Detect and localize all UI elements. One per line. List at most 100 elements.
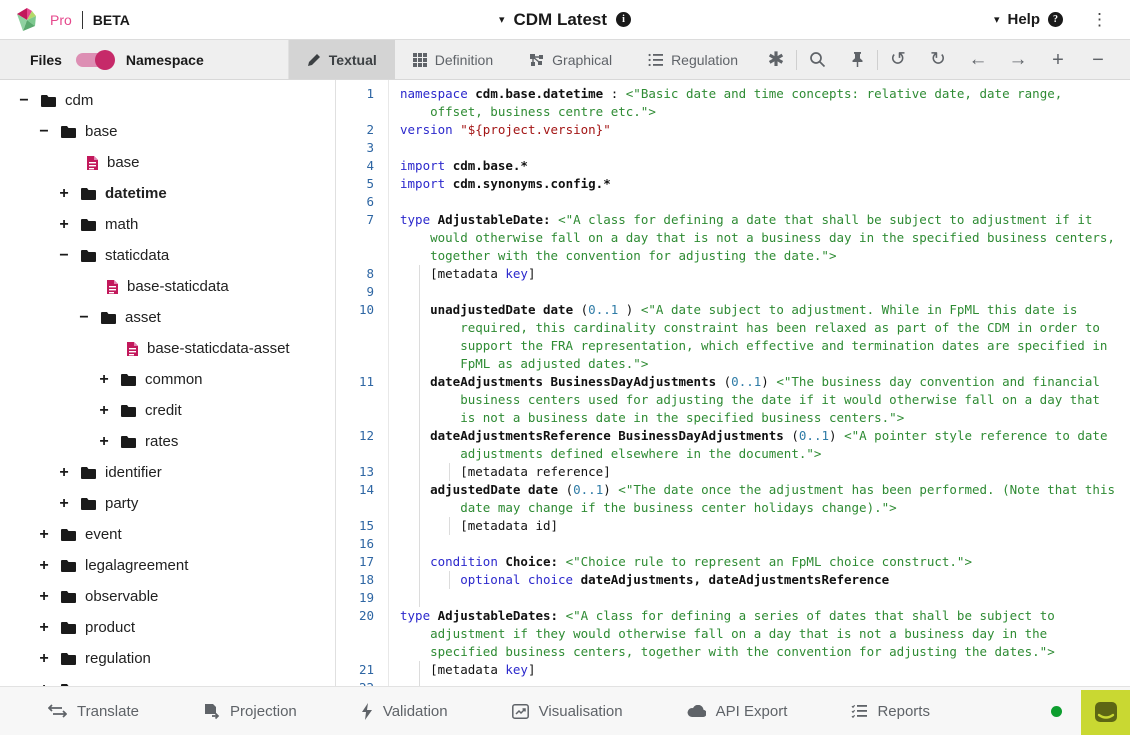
code-line-2[interactable]: 2version "${project.version}" <box>336 121 1130 139</box>
code-line-3[interactable]: 3 <box>336 139 1130 157</box>
expand-icon[interactable]: + <box>54 495 74 513</box>
collapse-icon[interactable]: − <box>74 309 94 327</box>
arrow-right-button[interactable]: → <box>998 40 1038 80</box>
tree-item-label: base <box>107 154 140 171</box>
code-line-19[interactable]: 19 <box>336 589 1130 607</box>
question-icon[interactable]: ? <box>1048 12 1063 27</box>
plus-button[interactable]: + <box>1038 40 1078 80</box>
kebab-menu-icon[interactable]: ⋮ <box>1085 10 1114 30</box>
tree-item-rates[interactable]: +rates <box>0 426 335 457</box>
code-line-18[interactable]: 18optional choice dateAdjustments, dateA… <box>336 571 1130 589</box>
code-line-9[interactable]: 9 <box>336 283 1130 301</box>
bottom-item-api-export[interactable]: API Export <box>687 703 788 720</box>
tree-item-asset[interactable]: −asset <box>0 302 335 333</box>
minus-icon: − <box>1092 50 1104 70</box>
expand-icon[interactable]: + <box>34 526 54 544</box>
undo-button[interactable]: ↺ <box>878 40 918 80</box>
tab-label: Definition <box>435 52 493 68</box>
expand-icon[interactable]: + <box>34 619 54 637</box>
code-line-11[interactable]: 11dateAdjustments BusinessDayAdjustments… <box>336 373 1130 427</box>
tree-item-staticdata[interactable]: −staticdata <box>0 240 335 271</box>
tree-item-base[interactable]: base <box>0 147 335 178</box>
redo-button[interactable]: ↻ <box>918 40 958 80</box>
code-line-8[interactable]: 8[metadata key] <box>336 265 1130 283</box>
tree-item-product[interactable]: +product <box>0 612 335 643</box>
tree-item-event[interactable]: +event <box>0 519 335 550</box>
tree-item-party[interactable]: +party <box>0 488 335 519</box>
code-line-13[interactable]: 13[metadata reference] <box>336 463 1130 481</box>
info-icon[interactable]: i <box>616 12 631 27</box>
search-button[interactable] <box>797 40 837 80</box>
tree-item-clipped[interactable]: + <box>0 674 335 686</box>
expand-icon[interactable]: + <box>54 216 74 234</box>
code-line-16[interactable]: 16 <box>336 535 1130 553</box>
help-menu[interactable]: Help <box>1007 11 1040 28</box>
asterisk-button[interactable]: ✱ <box>756 40 796 80</box>
code-line-17[interactable]: 17condition Choice: <"Choice rule to rep… <box>336 553 1130 571</box>
tree-item-base-staticdata[interactable]: base-staticdata <box>0 271 335 302</box>
bottom-item-visualisation[interactable]: Visualisation <box>512 703 623 720</box>
files-label[interactable]: Files <box>30 52 62 68</box>
model-caret-down-icon[interactable]: ▾ <box>499 13 505 26</box>
tree-item-base[interactable]: −base <box>0 116 335 147</box>
tree-item-credit[interactable]: +credit <box>0 395 335 426</box>
namespace-label[interactable]: Namespace <box>126 52 204 68</box>
tab-textual[interactable]: Textual <box>289 40 395 79</box>
code-editor[interactable]: 1namespace cdm.base.datetime : <"Basic d… <box>336 80 1130 686</box>
tree-item-identifier[interactable]: +identifier <box>0 457 335 488</box>
help-caret-down-icon[interactable]: ▾ <box>994 13 1000 26</box>
collapse-icon[interactable]: − <box>14 92 34 110</box>
collapse-icon[interactable]: − <box>34 123 54 141</box>
tree-item-regulation[interactable]: +regulation <box>0 643 335 674</box>
tree-item-observable[interactable]: +observable <box>0 581 335 612</box>
minus-button[interactable]: − <box>1078 40 1118 80</box>
arrow-left-button[interactable]: ← <box>958 40 998 80</box>
code-line-20[interactable]: 20type AdjustableDates: <"A class for de… <box>336 607 1130 661</box>
bottom-item-translate[interactable]: Translate <box>48 703 139 720</box>
tab-definition[interactable]: Definition <box>395 40 511 79</box>
code-line-4[interactable]: 4import cdm.base.* <box>336 157 1130 175</box>
tree-item-math[interactable]: +math <box>0 209 335 240</box>
tab-regulation[interactable]: Regulation <box>630 40 756 79</box>
bottom-item-validation[interactable]: Validation <box>361 703 448 720</box>
code-line-7[interactable]: 7type AdjustableDate: <"A class for defi… <box>336 211 1130 265</box>
expand-icon[interactable]: + <box>34 557 54 575</box>
line-number: 5 <box>336 175 388 193</box>
bottom-item-reports[interactable]: Reports <box>851 703 930 720</box>
expand-icon[interactable]: + <box>94 433 114 451</box>
indent-guide <box>419 301 420 373</box>
code-line-21[interactable]: 21[metadata key] <box>336 661 1130 679</box>
code-line-10[interactable]: 10unadjustedDate date (0..1 ) <"A date s… <box>336 301 1130 373</box>
tree-item-common[interactable]: +common <box>0 364 335 395</box>
code-line-22[interactable]: 22 <box>336 679 1130 686</box>
collapse-icon[interactable]: − <box>54 247 74 265</box>
files-namespace-switch[interactable] <box>76 53 112 67</box>
tree-item-legalagreement[interactable]: +legalagreement <box>0 550 335 581</box>
expand-icon[interactable]: + <box>94 402 114 420</box>
bottom-item-projection[interactable]: Projection <box>203 703 297 720</box>
tree-item-base-staticdata-asset[interactable]: base-staticdata-asset <box>0 333 335 364</box>
code-line-1[interactable]: 1namespace cdm.base.datetime : <"Basic d… <box>336 85 1130 121</box>
tree-item-cdm[interactable]: −cdm <box>0 85 335 116</box>
expand-icon[interactable]: + <box>34 650 54 668</box>
expand-icon[interactable]: + <box>94 371 114 389</box>
pin-button[interactable] <box>837 40 877 80</box>
tab-graphical[interactable]: Graphical <box>511 40 630 79</box>
code-line-12[interactable]: 12dateAdjustmentsReference BusinessDayAd… <box>336 427 1130 463</box>
chat-widget-button[interactable] <box>1081 690 1130 735</box>
code-text: optional choice dateAdjustments, dateAdj… <box>388 571 1130 589</box>
code-line-15[interactable]: 15[metadata id] <box>336 517 1130 535</box>
line-number: 10 <box>336 301 388 373</box>
model-title[interactable]: CDM Latest <box>514 10 608 30</box>
indent-guide <box>419 427 420 463</box>
expand-icon[interactable]: + <box>34 588 54 606</box>
tree-item-datetime[interactable]: +datetime <box>0 178 335 209</box>
expand-icon[interactable]: + <box>54 464 74 482</box>
code-line-6[interactable]: 6 <box>336 193 1130 211</box>
code-line-14[interactable]: 14adjustedDate date (0..1) <"The date on… <box>336 481 1130 517</box>
expand-icon[interactable]: + <box>54 185 74 203</box>
rosetta-logo-icon[interactable] <box>14 7 40 33</box>
line-number: 18 <box>336 571 388 589</box>
code-line-5[interactable]: 5import cdm.synonyms.config.* <box>336 175 1130 193</box>
indent-guide <box>419 283 420 301</box>
